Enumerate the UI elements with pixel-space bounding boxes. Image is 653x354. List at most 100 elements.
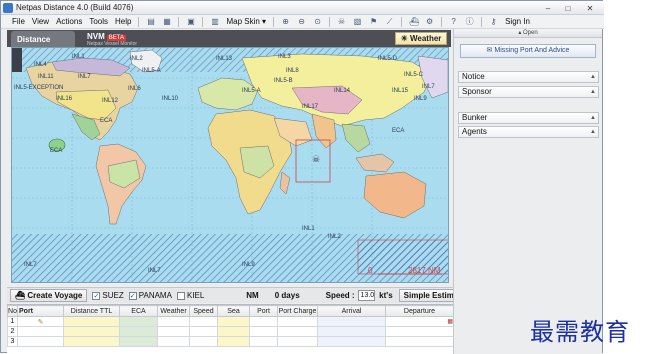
speed-cell[interactable] — [189, 316, 218, 327]
departure-cell[interactable] — [385, 336, 453, 347]
table-row[interactable]: 2 — [7, 326, 453, 337]
world-map[interactable]: INL1 INL2 INL3 INL4 INL5-A INL5-B INL5-D… — [11, 47, 449, 283]
kiel-checkbox[interactable]: KIEL — [176, 291, 204, 300]
menu-file[interactable]: File — [12, 17, 25, 26]
port-cell[interactable]: ✎ — [17, 316, 64, 327]
tab-distance[interactable]: Distance — [11, 31, 75, 47]
collapse-arrow-icon[interactable]: ▲ — [590, 72, 596, 82]
save-icon[interactable]: ▦ — [162, 17, 171, 26]
zoom-in-icon[interactable]: ⊕ — [281, 17, 290, 26]
close-button[interactable]: ✕ — [579, 2, 601, 13]
col-speed[interactable]: Speed — [189, 305, 218, 317]
print-icon[interactable]: ▣ — [186, 17, 195, 26]
col-port-charge[interactable]: Port Charge — [277, 305, 318, 317]
menu-actions[interactable]: Actions — [56, 17, 82, 26]
minimize-button[interactable]: – — [539, 2, 557, 13]
section-agents[interactable]: Agents ▲ — [458, 126, 599, 138]
map-skin-menu[interactable]: Map Skin ▾ — [226, 17, 266, 26]
eca-zone-icon[interactable]: ▧ — [353, 17, 362, 26]
col-port[interactable]: Port — [17, 305, 64, 317]
ship-icon[interactable]: ⛴ — [409, 17, 419, 26]
title-bar: Netpas Distance 4.0 (Build 4076) – □ ✕ — [1, 1, 604, 15]
speed-cell[interactable] — [189, 326, 218, 337]
weather-cell — [157, 316, 190, 327]
table-row[interactable]: 3 — [7, 336, 453, 347]
collapse-arrow-icon[interactable]: ▲ — [590, 127, 596, 137]
port-days-cell[interactable] — [249, 316, 278, 327]
info-icon[interactable]: ⓘ — [465, 17, 474, 26]
port-charge-cell[interactable] — [277, 326, 318, 337]
settings-icon[interactable]: ⚙ — [425, 17, 434, 26]
col-arrival[interactable]: Arrival — [317, 305, 386, 317]
port-days-cell[interactable] — [249, 336, 278, 347]
distance-cell — [63, 336, 120, 347]
port-cell[interactable] — [17, 336, 64, 347]
panama-checkbox[interactable]: ✓ PANAMA — [128, 291, 172, 300]
port-charge-cell[interactable] — [277, 336, 318, 347]
missing-port-advice-button[interactable]: ✉ Missing Port And Advice — [460, 44, 596, 58]
eca-cell — [119, 336, 158, 347]
kiel-check-box[interactable] — [176, 291, 185, 300]
toolbar-separator — [441, 16, 443, 27]
col-port-days[interactable]: Port — [249, 305, 278, 317]
port-charge-cell[interactable] — [277, 316, 318, 327]
map-zone-label: INL5-A — [242, 88, 261, 94]
watermark-text: 最需教育 — [530, 318, 630, 346]
departure-cell[interactable]: ▦ — [385, 316, 453, 327]
departure-cell[interactable] — [385, 326, 453, 337]
section-bunker[interactable]: Bunker ▲ — [458, 112, 599, 124]
app-logo-icon — [3, 3, 13, 13]
toolbar-separator — [178, 16, 180, 27]
new-document-icon[interactable]: ▤ — [146, 17, 155, 26]
suez-check-box[interactable]: ✓ — [92, 291, 101, 300]
port-cell[interactable] — [17, 326, 64, 337]
toolbar-separator — [481, 16, 483, 27]
table-header-row: No Port Distance TTL ECA Weather Speed S… — [7, 305, 453, 317]
zoom-fit-icon[interactable]: ⊙ — [313, 17, 322, 26]
ruler-icon[interactable]: ⟋ — [385, 17, 394, 26]
collapse-arrow-icon[interactable]: ▲ — [590, 87, 596, 97]
weather-button[interactable]: ☀ Weather — [395, 32, 447, 45]
panama-check-box[interactable]: ✓ — [128, 291, 137, 300]
col-sea[interactable]: Sea — [217, 305, 250, 317]
create-voyage-button[interactable]: ⛴ Create Voyage — [10, 289, 88, 302]
arrival-cell[interactable] — [317, 336, 386, 347]
col-eca[interactable]: ECA — [119, 305, 158, 317]
speed-cell[interactable] — [189, 336, 218, 347]
toolbar-separator — [273, 16, 275, 27]
distance-cell — [63, 326, 120, 337]
map-zone-label: INL7 — [148, 268, 161, 274]
help-icon[interactable]: ? — [449, 17, 458, 26]
col-departure[interactable]: Departure — [385, 305, 453, 317]
arrival-cell[interactable] — [317, 316, 386, 327]
menu-view[interactable]: View — [32, 17, 49, 26]
map-icon: ▥ — [211, 17, 219, 26]
pirate-zone-icon[interactable]: ☠ — [337, 17, 346, 26]
map-zone-label: INL12 — [102, 98, 119, 104]
speed-input[interactable]: 13.0 — [357, 290, 376, 301]
section-notice[interactable]: Notice ▲ — [458, 71, 599, 83]
menu-help[interactable]: Help — [115, 17, 131, 26]
route-icon[interactable]: ⚑ — [369, 17, 378, 26]
arrival-cell[interactable] — [317, 326, 386, 337]
suez-checkbox[interactable]: ✓ SUEZ — [92, 291, 124, 300]
zoom-out-icon[interactable]: ⊖ — [297, 17, 306, 26]
tab-nvm[interactable]: NVM BETA Netpas Vessel Monitor — [81, 31, 171, 47]
window-title: Netpas Distance 4.0 (Build 4076) — [16, 3, 134, 12]
sign-in-button[interactable]: Sign In — [505, 17, 530, 26]
port-days-cell[interactable] — [249, 326, 278, 337]
menu-tools[interactable]: Tools — [89, 17, 108, 26]
collapse-arrow-icon[interactable]: ▲ — [590, 113, 596, 123]
speed-unit-label: kt's — [379, 291, 393, 300]
col-weather[interactable]: Weather — [157, 305, 190, 317]
map-pan-control[interactable] — [12, 48, 22, 72]
col-no[interactable]: No — [7, 305, 18, 317]
map-zone-label: INL1 — [302, 226, 315, 232]
col-distance-ttl[interactable]: Distance TTL — [63, 305, 120, 317]
panel-open-toggle[interactable]: ▴ Open — [454, 29, 602, 38]
edit-port-icon[interactable]: ✎ — [38, 319, 44, 326]
section-sponsor[interactable]: Sponsor ▲ — [458, 86, 599, 98]
toolbar-separator — [202, 16, 204, 27]
table-row[interactable]: 1 ✎ ▦ — [7, 316, 453, 327]
maximize-button[interactable]: □ — [559, 2, 577, 13]
